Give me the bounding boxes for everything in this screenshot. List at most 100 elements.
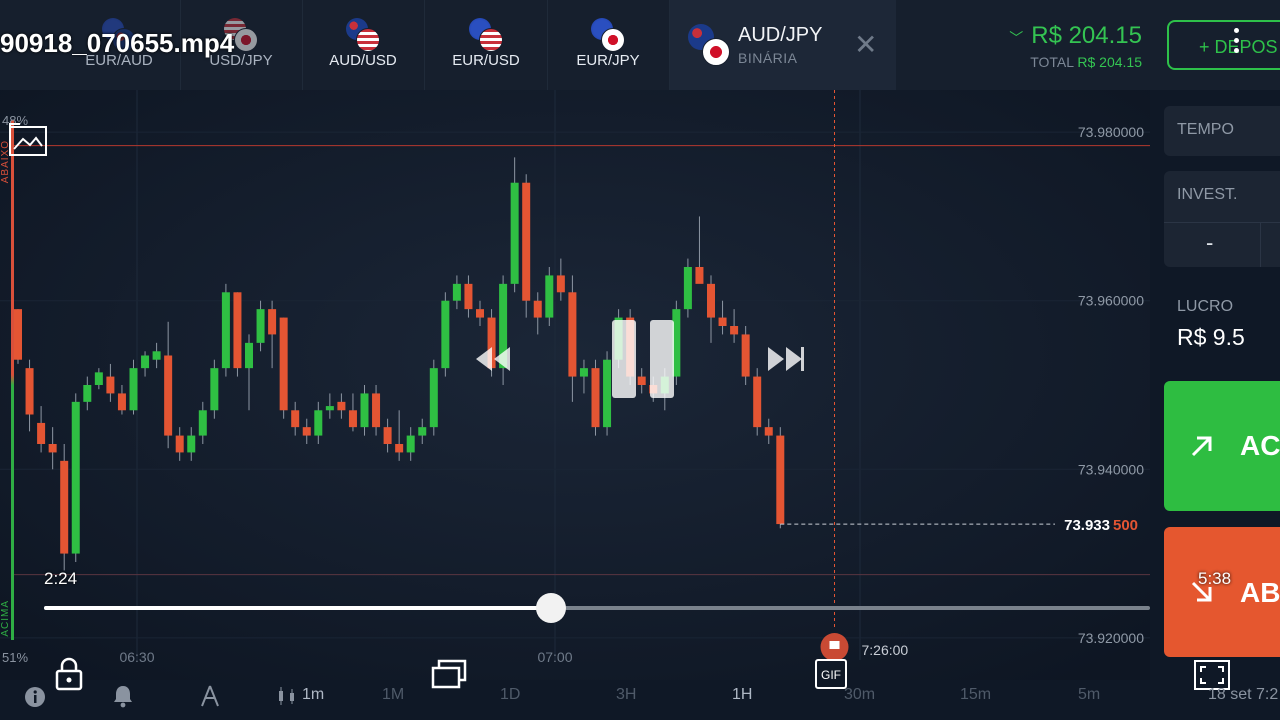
candle-body xyxy=(164,355,173,436)
aud-usd-flag-icon xyxy=(346,18,380,52)
investment-label: INVEST. xyxy=(1177,186,1238,203)
candle-body xyxy=(730,326,739,335)
pause-icon[interactable] xyxy=(610,318,676,400)
candle-body xyxy=(683,267,692,310)
deposit-button[interactable]: + DEPOS xyxy=(1167,20,1280,70)
candle-body xyxy=(395,444,404,453)
candle-body xyxy=(764,427,773,436)
candle-body xyxy=(198,410,207,436)
decrease-investment-button[interactable]: - xyxy=(1206,230,1213,256)
aud-jpy-flag-icon xyxy=(688,24,730,66)
candle-body xyxy=(337,401,346,411)
close-tab-icon[interactable]: ✕ xyxy=(854,30,877,60)
candle-body xyxy=(106,376,115,394)
timeframe-15m[interactable]: 15m xyxy=(960,686,991,704)
asset-tab-label: EUR/JPY xyxy=(576,52,640,69)
candle-body xyxy=(37,422,46,444)
sell-button-label: AB xyxy=(1240,577,1280,608)
y-tick-label: 73.980000 xyxy=(1078,124,1144,140)
timeframe-5m[interactable]: 5m xyxy=(1078,686,1100,704)
candle-body xyxy=(314,410,323,436)
candle-body xyxy=(291,410,300,428)
buy-button-label: AC xyxy=(1240,430,1280,461)
timeframe-1M[interactable]: 1M xyxy=(382,686,404,704)
y-tick-label: 73.960000 xyxy=(1078,293,1144,309)
rewind-icon[interactable] xyxy=(472,343,512,375)
info-icon[interactable] xyxy=(24,686,46,708)
timeframe-30m[interactable]: 30m xyxy=(844,686,875,704)
y-tick-label: 73.920000 xyxy=(1078,630,1144,646)
balance-display[interactable]: ﹀ R$ 204.15 TOTAL R$ 204.15 xyxy=(1009,22,1142,70)
timeframe-3H[interactable]: 3H xyxy=(616,686,636,704)
candle-body xyxy=(14,309,22,360)
timeframe-1m[interactable]: 1m xyxy=(302,686,324,704)
candle-body xyxy=(452,283,461,301)
candle-body xyxy=(753,376,762,428)
candle-body xyxy=(268,309,277,335)
drawing-tools-icon[interactable] xyxy=(199,684,221,708)
candles-icon[interactable] xyxy=(276,686,298,706)
x-tick-label: 06:30 xyxy=(119,649,154,665)
more-options-icon[interactable] xyxy=(1234,28,1242,58)
asset-tab-label: AUD/USD xyxy=(329,52,397,69)
candle-body xyxy=(441,300,450,369)
candle-body xyxy=(429,368,438,428)
profit-value: R$ 9.5 xyxy=(1177,324,1245,350)
candle-body xyxy=(279,317,288,411)
asset-tab-eur-jpy[interactable]: EUR/JPY xyxy=(547,0,670,90)
candle-body xyxy=(152,351,161,360)
candle-body xyxy=(579,368,588,377)
price-chart[interactable]: 73.980000 73.960000 73.940000 73.920000 73.9… xyxy=(0,90,1150,680)
asset-tab-eur-usd[interactable]: EUR/USD xyxy=(425,0,548,90)
bell-icon[interactable] xyxy=(112,684,134,708)
candle-body xyxy=(406,435,415,453)
asset-tab-label: EUR/USD xyxy=(452,52,520,69)
eur-usd-flag-icon xyxy=(469,18,503,52)
candle-body xyxy=(210,368,219,411)
candle-body xyxy=(325,406,334,411)
sentiment-strip xyxy=(11,120,14,640)
balance-amount: R$ 204.15 xyxy=(1031,22,1142,49)
candle-body xyxy=(187,435,196,453)
video-seek-handle[interactable] xyxy=(535,593,566,623)
asset-tab-aud-usd[interactable]: AUD/USD xyxy=(302,0,425,90)
candle-body xyxy=(718,317,727,326)
candle-body xyxy=(510,182,519,284)
date-readout: 18 set 7:2 xyxy=(1208,686,1279,703)
candle-body xyxy=(464,283,473,310)
candle-body xyxy=(302,427,311,436)
balance-total-label: TOTAL xyxy=(1030,54,1074,70)
candle-body xyxy=(707,283,715,318)
candle-body xyxy=(221,292,230,369)
time-label: TEMPO xyxy=(1177,121,1234,138)
timeframe-1D[interactable]: 1D xyxy=(500,686,520,704)
chevron-down-icon: ﹀ xyxy=(1009,30,1024,46)
picture-icon[interactable] xyxy=(8,122,48,158)
candle-body xyxy=(418,427,427,436)
current-price-label: 73.933 xyxy=(1064,517,1110,534)
candle-body xyxy=(233,292,242,369)
candle-body xyxy=(245,342,253,369)
fast-forward-icon[interactable] xyxy=(766,343,806,375)
candle-body xyxy=(533,300,542,318)
candle-body xyxy=(175,435,184,453)
candle-body xyxy=(372,393,381,428)
candle-body xyxy=(360,393,369,428)
balance-total-value: R$ 204.15 xyxy=(1077,54,1142,70)
current-price-label-tail: 500 xyxy=(1113,517,1138,534)
candle-body xyxy=(83,385,92,402)
active-asset-tab[interactable]: AUD/JPY BINÁRIA ✕ xyxy=(670,0,896,90)
profit-label: LUCRO xyxy=(1177,298,1234,315)
expiry-flag-icon-flag xyxy=(829,641,840,649)
candle-body xyxy=(776,435,785,525)
candle-body xyxy=(476,309,484,318)
candle-body xyxy=(25,368,34,415)
expiry-time-label: 7:26:00 xyxy=(862,642,909,658)
x-tick-label: 07:00 xyxy=(537,649,572,665)
video-seek-progress xyxy=(44,606,551,610)
candle-body xyxy=(348,410,357,428)
chart-background xyxy=(0,90,1150,680)
up-percentage: 51% xyxy=(2,650,29,665)
candle-body xyxy=(71,401,80,554)
timeframe-1H[interactable]: 1H xyxy=(732,686,752,704)
